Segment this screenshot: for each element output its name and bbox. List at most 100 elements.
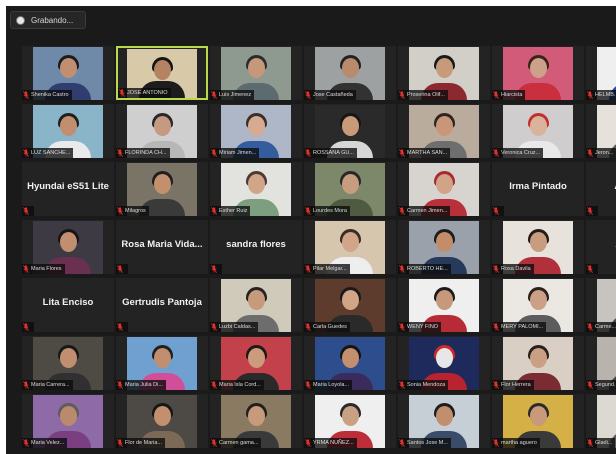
participant-tile[interactable]: Flor de Maria... [116, 394, 208, 448]
participant-tile[interactable]: ROSSANA GU... [304, 104, 396, 158]
participant-tile[interactable]: Maria Velez... [22, 394, 114, 448]
participant-tile[interactable]: Irma Pintado [492, 162, 584, 216]
participant-tile[interactable]: Lourdes Mora [304, 162, 396, 216]
muted-mic-icon [305, 149, 311, 157]
participant-tile[interactable]: Veronica Cruz... [492, 104, 584, 158]
participant-name-label: MARTHA SAN... [398, 148, 451, 158]
participant-tile[interactable]: Rosa Davila [492, 220, 584, 274]
participant-tile[interactable]: Shenika Castro [22, 46, 114, 100]
participant-name-label: Maria Carrera... [22, 380, 73, 390]
participant-tile[interactable]: Maria Isla Cord... [210, 336, 302, 390]
participant-tile[interactable]: Carmen Jimen... [398, 162, 490, 216]
participant-name-label: YRMA NUÑEZ... [304, 438, 357, 448]
participant-name: Sonia Mendoza [407, 382, 446, 388]
participant-display-name: Rosa Maria Vida... [121, 239, 203, 250]
muted-mic-icon [399, 91, 405, 99]
participant-name-label: Maria Julia Di... [116, 380, 166, 390]
muted-mic-icon [211, 207, 217, 215]
participant-name: Carme... [595, 324, 616, 330]
participant-tile[interactable]: Rosa Maria Vida... [116, 220, 208, 274]
participant-name: Lourdes Mora [313, 208, 347, 214]
participant-name: Gladi... [595, 440, 613, 446]
participant-tile[interactable]: Esther Ruiz [210, 162, 302, 216]
participant-tile[interactable]: Luis Jimenez [210, 46, 302, 100]
participant-tile[interactable]: Maria Loyola... [304, 336, 396, 390]
muted-mic-icon [305, 381, 311, 389]
participant-tile[interactable]: LUZ SANCHE... [22, 104, 114, 158]
participant-name-label: Pilar Melgar... [304, 264, 350, 274]
muted-mic-icon [23, 381, 29, 389]
participant-tile[interactable]: Maria Flores [22, 220, 114, 274]
participant-tile[interactable]: Maria Julia Di... [116, 336, 208, 390]
participant-name: YRMA NUÑEZ... [313, 440, 354, 446]
muted-mic-icon [23, 207, 29, 215]
participant-tile[interactable]: Sonia Mendoza [398, 336, 490, 390]
participant-tile[interactable]: Santos Jose M... [398, 394, 490, 448]
participant-tile[interactable]: Segund... [586, 336, 616, 390]
participant-tile[interactable]: Anton... [586, 162, 616, 216]
participant-name-label: Segund... [586, 380, 616, 390]
recording-label: Grabando... [31, 15, 74, 25]
participant-tile[interactable]: Milagros [116, 162, 208, 216]
recording-indicator[interactable]: Grabando... [10, 11, 86, 29]
muted-mic-icon [587, 265, 593, 273]
participant-tile[interactable]: Alicia... [586, 220, 616, 274]
participant-tile[interactable]: Proserina Olif... [398, 46, 490, 100]
participant-tile[interactable]: Pilar Melgar... [304, 220, 396, 274]
participant-name: Carla Guedes [313, 324, 347, 330]
muted-mic-icon [211, 381, 217, 389]
participant-name: Maria Julia Di... [125, 382, 163, 388]
participant-tile[interactable]: HELMB... [586, 46, 616, 100]
participant-name-label: ROSSANA GU... [304, 148, 357, 158]
muted-mic-icon [117, 149, 123, 157]
participant-name: Proserina Olif... [407, 92, 445, 98]
participant-tile[interactable]: Gertrudis Pantoja [116, 278, 208, 332]
participant-name-label: Proserina Olif... [398, 90, 448, 100]
participant-tile[interactable]: Carme... [586, 278, 616, 332]
muted-mic-icon [493, 207, 499, 215]
meeting-window: Grabando... Shenika Castro JOSE ANTONIO Lu… [6, 6, 616, 454]
participant-name-label: LUZ SANCHE... [22, 148, 74, 158]
participant-display-name: Gertrudis Pantoja [122, 297, 202, 308]
muted-mic-icon [399, 323, 405, 331]
muted-mic-icon [211, 439, 217, 447]
participant-name: JOSE ANTONIO [127, 90, 168, 96]
participant-tile[interactable]: Luzbi Caldas... [210, 278, 302, 332]
participant-tile[interactable]: Gladi... [586, 394, 616, 448]
participant-name-label: Carla Guedes [304, 322, 350, 332]
participant-tile[interactable]: FLORINDA CH... [116, 104, 208, 158]
participant-name-label: Flor de Maria... [116, 438, 165, 448]
participant-tile[interactable]: Jeron... [586, 104, 616, 158]
participant-tile[interactable]: WENY FINO [398, 278, 490, 332]
muted-mic-icon [399, 439, 405, 447]
participant-tile[interactable]: sandra flores [210, 220, 302, 274]
participant-tile[interactable]: MARTHA SAN... [398, 104, 490, 158]
participant-tile[interactable]: MERY PALOMI... [492, 278, 584, 332]
participant-tile[interactable]: Jose Castañeda [304, 46, 396, 100]
participant-tile[interactable]: Hiarcista [492, 46, 584, 100]
participant-name: Esther Ruiz [219, 208, 248, 214]
participant-tile[interactable]: Lita Enciso [22, 278, 114, 332]
participant-name-label: Hiarcista [492, 90, 526, 100]
participant-tile[interactable]: YRMA NUÑEZ... [304, 394, 396, 448]
participant-tile[interactable]: Carmen gama... [210, 394, 302, 448]
participant-tile[interactable]: Carla Guedes [304, 278, 396, 332]
muted-mic-icon [305, 91, 311, 99]
participant-name: Jose Castañeda [313, 92, 353, 98]
participant-name: Carmen gama... [219, 440, 259, 446]
participant-tile[interactable]: Miriam Jimen... [210, 104, 302, 158]
muted-mic-icon [493, 265, 499, 273]
participant-name: ROSSANA GU... [313, 150, 354, 156]
muted-mic-icon [211, 91, 217, 99]
participant-display-name: Hyundai eS51 Lite [27, 181, 109, 192]
participant-name: Segund... [595, 382, 616, 388]
participant-name: LUZ SANCHE... [31, 150, 71, 156]
participant-tile[interactable]: Maria Carrera... [22, 336, 114, 390]
participant-name: Miriam Jimen... [219, 150, 257, 156]
participant-tile[interactable]: martha aguero [492, 394, 584, 448]
gallery-view-grid: Shenika Castro JOSE ANTONIO Luis Jimenez Jo… [22, 46, 616, 448]
participant-tile[interactable]: JOSE ANTONIO [116, 46, 208, 100]
participant-tile[interactable]: Flor Herrera [492, 336, 584, 390]
participant-tile[interactable]: Hyundai eS51 Lite [22, 162, 114, 216]
participant-tile[interactable]: ROBERTO HE... [398, 220, 490, 274]
